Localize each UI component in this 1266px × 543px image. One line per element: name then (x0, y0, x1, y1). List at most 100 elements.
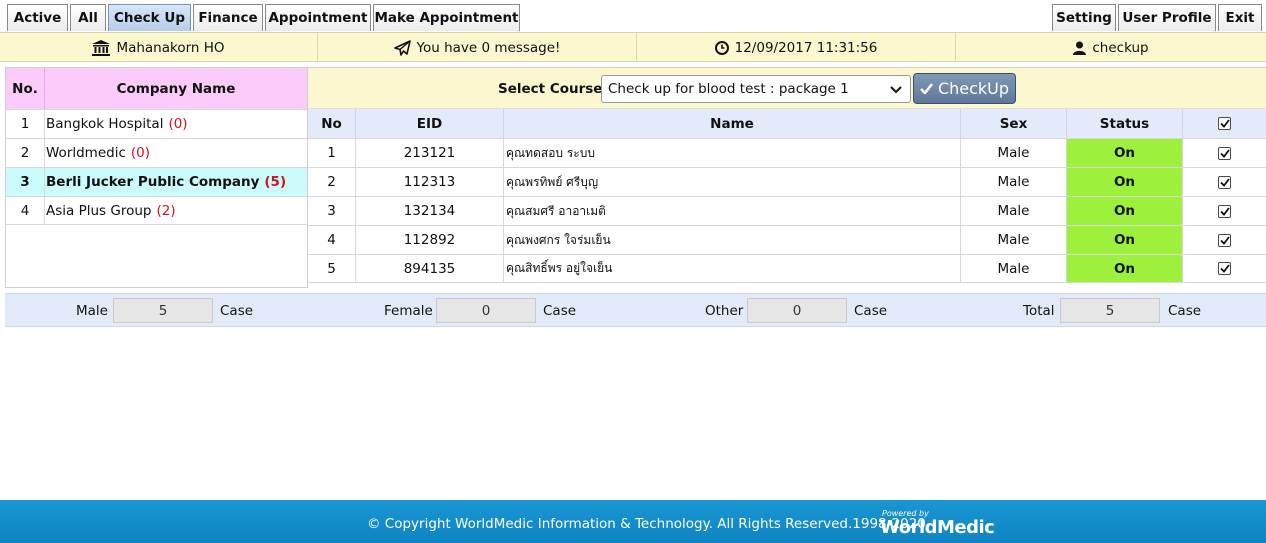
copyright-text: © Copyright WorldMedic Information & Tec… (367, 516, 926, 532)
course-select[interactable]: Check up for blood test : package 1 (601, 75, 911, 103)
patient-select (1183, 139, 1266, 167)
user-icon (1073, 41, 1087, 55)
patient-row[interactable]: 1 213121 คุณทดสอบ ระบบ Male On (308, 138, 1266, 167)
male-label: Male (76, 303, 108, 319)
patient-checkbox[interactable] (1218, 146, 1231, 160)
company-count: (0) (168, 116, 188, 132)
company-no: 3 (6, 168, 45, 196)
case-unit: Case (220, 303, 254, 319)
company-row[interactable]: 1 Bangkok Hospital (0) (6, 109, 307, 138)
patient-no: 4 (308, 226, 356, 254)
branch-info: Mahanakorn HO (0, 33, 318, 62)
tab-all[interactable]: All (70, 4, 106, 31)
col-select-all (1183, 109, 1266, 138)
tab-active[interactable]: Active (7, 4, 68, 31)
patient-no: 2 (308, 168, 356, 196)
case-unit: Case (1168, 303, 1202, 319)
patient-table-header: No EID Name Sex Status (308, 109, 1266, 138)
patient-name: คุณพงศกร ใจร่มเย็น (504, 226, 961, 254)
patient-name: คุณสิทธิ์พร อยู่ใจเย็น (504, 255, 961, 282)
patient-checkbox[interactable] (1218, 204, 1231, 218)
patient-select (1183, 226, 1266, 254)
patient-name: คุณสมศรี อาอาเมติ (504, 197, 961, 225)
message-info[interactable]: You have 0 message! (318, 33, 637, 62)
footer: © Copyright WorldMedic Information & Tec… (0, 500, 1266, 543)
check-icon (1219, 264, 1230, 273)
total-count: 5 (1060, 298, 1160, 323)
info-bar: Mahanakorn HO You have 0 message! 12/09/… (0, 32, 1266, 62)
branch-name: Mahanakorn HO (116, 39, 225, 56)
top-nav: Active All Check Up Finance Appointment … (0, 0, 1266, 32)
datetime-info: 12/09/2017 11:31:56 (637, 33, 956, 62)
patient-eid: 132134 (356, 197, 504, 225)
user-info[interactable]: checkup (956, 33, 1266, 62)
course-label: Select Course : (498, 81, 613, 97)
datetime-text: 12/09/2017 11:31:56 (734, 39, 878, 56)
patient-eid: 894135 (356, 255, 504, 282)
patient-sex: Male (961, 255, 1067, 282)
patient-row[interactable]: 3 132134 คุณสมศรี อาอาเมติ Male On (308, 196, 1266, 225)
company-count: (0) (130, 145, 151, 161)
patient-row[interactable]: 5 894135 คุณสิทธิ์พร อยู่ใจเย็น Male On (308, 254, 1266, 283)
case-unit: Case (543, 303, 577, 319)
patient-sex: Male (961, 139, 1067, 167)
patient-select (1183, 255, 1266, 282)
select-all-checkbox[interactable] (1218, 117, 1231, 130)
total-label: Total (1023, 303, 1055, 319)
company-count: (2) (156, 202, 176, 219)
tab-appointment[interactable]: Appointment (265, 4, 371, 31)
patient-name: คุณทดสอบ ระบบ (504, 139, 961, 167)
patient-select (1183, 168, 1266, 196)
male-count: 5 (113, 298, 213, 323)
status-badge: On (1067, 168, 1183, 196)
col-eid: EID (356, 109, 504, 138)
patient-row[interactable]: 2 112313 คุณพรทิพย์ ศรีบุญ Male On (308, 167, 1266, 196)
check-icon (1219, 235, 1230, 245)
worldmedic-logo: WorldMedic (880, 517, 995, 538)
case-unit: Case (854, 303, 888, 319)
patient-checkbox[interactable] (1218, 262, 1231, 275)
company-no: 2 (6, 139, 45, 167)
tab-check-up[interactable]: Check Up (108, 4, 191, 31)
status-badge: On (1067, 139, 1183, 167)
company-name: Asia Plus Group (2) (46, 202, 176, 219)
company-row[interactable]: 4 Asia Plus Group (2) (6, 196, 307, 225)
patient-panel: Select Course : Check up for blood test … (308, 67, 1266, 288)
female-count: 0 (436, 298, 536, 323)
company-row-selected[interactable]: 3 Berli Jucker Public Company (5) (6, 167, 307, 196)
patient-sex: Male (961, 197, 1067, 225)
tab-setting[interactable]: Setting (1052, 4, 1116, 31)
patient-row[interactable]: 4 112892 คุณพงศกร ใจร่มเย็น Male On (308, 225, 1266, 254)
tab-exit[interactable]: Exit (1218, 4, 1262, 31)
course-selected-value: Check up for blood test : package 1 (608, 81, 849, 97)
company-table: No. Company Name 1 Bangkok Hospital (0) 2… (5, 67, 308, 288)
status-badge: On (1067, 255, 1183, 282)
col-sex: Sex (961, 109, 1067, 138)
tab-user-profile[interactable]: User Profile (1118, 4, 1216, 31)
tab-finance[interactable]: Finance (193, 4, 263, 31)
patient-no: 5 (308, 255, 356, 282)
company-no: 1 (6, 110, 45, 138)
patient-name: คุณพรทิพย์ ศรีบุญ (504, 168, 961, 196)
clock-icon (714, 40, 729, 55)
col-status: Status (1067, 109, 1183, 138)
company-name: Berli Jucker Public Company (5) (46, 174, 287, 190)
company-row[interactable]: 2 Worldmedic (0) (6, 138, 307, 167)
company-col-name: Company Name (45, 68, 307, 109)
col-no: No (308, 109, 356, 138)
patient-eid: 112892 (356, 226, 504, 254)
other-count: 0 (747, 298, 847, 323)
patient-select (1183, 197, 1266, 225)
tab-make-appointment[interactable]: Make Appointment (373, 4, 520, 31)
female-label: Female (384, 303, 433, 319)
patient-checkbox[interactable] (1218, 233, 1231, 247)
company-col-no: No. (6, 68, 45, 109)
chevron-down-icon (890, 86, 902, 94)
check-icon (1219, 177, 1230, 187)
check-icon (920, 83, 933, 94)
checkup-button[interactable]: CheckUp (913, 73, 1016, 104)
company-count: (5) (264, 174, 287, 190)
company-name: Bangkok Hospital (0) (46, 116, 188, 132)
patient-checkbox[interactable] (1218, 175, 1231, 189)
course-bar: Select Course : Check up for blood test … (308, 68, 1266, 109)
